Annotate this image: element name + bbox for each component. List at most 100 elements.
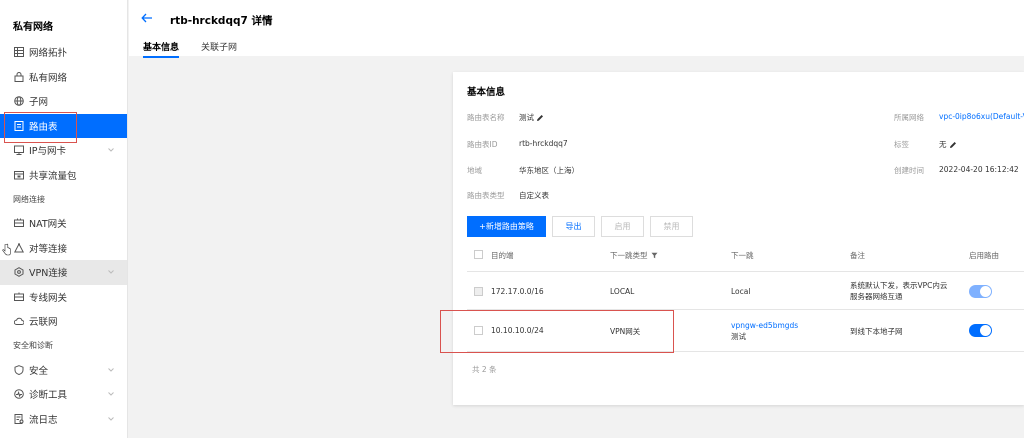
sidebar-item-label: 网络拓扑 (29, 48, 68, 60)
lock-network-icon (13, 71, 25, 83)
toggle-knob (980, 325, 991, 336)
vpc-link[interactable]: vpc-0ip8o6xu(Default-VP (939, 112, 1024, 121)
sidebar-item-dedicated-gateway[interactable]: 专线网关 (0, 285, 127, 310)
table-row: 172.17.0.0/16 LOCAL Local 系统默认下发，表示VPC内云… (467, 272, 1024, 310)
sidebar-item-ccn[interactable]: 云联网 (0, 309, 127, 334)
column-header-destination: 目的端 (491, 251, 514, 260)
sidebar-item-label: 共享流量包 (29, 170, 77, 182)
export-button[interactable]: 导出 (552, 216, 595, 237)
sidebar-group-title: 网络连接 (13, 194, 45, 204)
toggle-knob (980, 286, 991, 297)
created-time-value: 2022-04-20 16:12:42 (939, 165, 1019, 174)
page-header: rtb-hrckdqq7 详情 基本信息 关联子网 (129, 0, 1024, 58)
hand-cursor-icon (2, 243, 11, 256)
package-icon (13, 169, 25, 181)
sidebar-item-vpc[interactable]: 私有网络 (0, 65, 127, 90)
next-hop-subtext: 测试 (731, 332, 746, 341)
region-value: 华东地区（上海） (519, 166, 579, 175)
sidebar-item-label: IP与网卡 (29, 146, 67, 158)
total-count: 共 2 条 (472, 365, 497, 374)
chevron-down-icon (108, 392, 114, 396)
chevron-down-icon (108, 367, 114, 372)
add-route-policy-button[interactable]: +新增路由策略 (467, 216, 546, 237)
flow-log-icon (13, 413, 25, 425)
sidebar-item-security[interactable]: 安全 (0, 358, 127, 383)
tab-associated-subnets[interactable]: 关联子网 (201, 40, 237, 58)
dedicated-gateway-icon (13, 291, 25, 303)
sidebar-item-label: NAT网关 (29, 219, 67, 231)
sidebar-item-shared-package[interactable]: 共享流量包 (0, 163, 127, 188)
sidebar-group-title: 安全和诊断 (13, 341, 53, 350)
vpn-icon (13, 266, 25, 278)
sidebar-item-label: 云联网 (29, 317, 58, 329)
table-header-row: 目的端 下一跳类型 下一跳 备注 启用路由 (467, 240, 1024, 272)
column-header-next-hop: 下一跳 (731, 251, 754, 260)
peering-icon (13, 242, 25, 254)
route-table-type-value: 自定义表 (519, 191, 549, 200)
region-label: 地域 (467, 166, 482, 175)
select-all-checkbox[interactable] (474, 250, 483, 259)
route-table-name-value: 测试 (519, 112, 544, 123)
sidebar-item-peering[interactable]: 对等连接 (0, 236, 127, 261)
next-hop-link[interactable]: vpngw-ed5bmgds (731, 320, 798, 331)
next-hop-cell: Local (731, 287, 751, 296)
globe-icon (13, 95, 25, 107)
column-header-next-hop-type-text: 下一跳类型 (610, 251, 648, 260)
sidebar-item-label: 私有网络 (29, 72, 68, 84)
route-table-name-text: 测试 (519, 113, 534, 122)
tab-basic-info[interactable]: 基本信息 (143, 40, 180, 58)
route-enable-toggle[interactable] (969, 324, 992, 337)
column-header-note: 备注 (850, 251, 865, 260)
created-time-label: 创建时间 (894, 166, 924, 175)
tab-bar: 基本信息 关联子网 (143, 40, 259, 58)
filter-icon[interactable] (651, 252, 658, 259)
highlight-box-vpn-route (440, 310, 674, 353)
sidebar-item-label: 诊断工具 (29, 390, 68, 402)
enable-button[interactable]: 启用 (601, 216, 644, 237)
sidebar: 私有网络 网络拓扑 私有网络 子网 路由表 IP与网卡 共享流量包 网络连接 N… (0, 0, 128, 438)
sidebar-item-topology[interactable]: 网络拓扑 (0, 40, 127, 65)
route-table-name-label: 路由表名称 (467, 113, 505, 122)
tag-value: 无 (939, 139, 957, 150)
tag-value-text: 无 (939, 140, 947, 149)
nat-gateway-icon (13, 217, 25, 229)
sidebar-item-label: VPN连接 (29, 268, 68, 280)
sidebar-item-vpn[interactable]: VPN连接 (0, 260, 127, 285)
column-header-next-hop-type: 下一跳类型 (610, 250, 658, 261)
row-checkbox (474, 287, 483, 296)
sidebar-item-subnet[interactable]: 子网 (0, 89, 127, 114)
route-table-type-label: 路由表类型 (467, 191, 505, 200)
diagnose-icon (13, 388, 25, 400)
destination-cell: 172.17.0.0/16 (491, 287, 544, 296)
chevron-down-icon (108, 270, 114, 274)
next-hop-cell: vpngw-ed5bmgds 测试 (731, 320, 798, 342)
shield-icon (13, 364, 25, 376)
sidebar-item-flow-log[interactable]: 流日志 (0, 407, 127, 432)
vpc-label: 所属网络 (894, 113, 924, 122)
column-header-enable-route: 启用路由 (969, 251, 999, 260)
ip-card-icon (13, 144, 25, 156)
page-title: rtb-hrckdqq7 详情 (170, 15, 273, 27)
card-title: 基本信息 (467, 87, 506, 98)
edit-pencil-icon[interactable] (536, 114, 544, 122)
back-arrow-icon[interactable] (141, 12, 153, 24)
sidebar-title: 私有网络 (13, 22, 53, 33)
sidebar-item-label: 对等连接 (29, 243, 68, 255)
sidebar-item-diagnose[interactable]: 诊断工具 (0, 382, 127, 407)
disable-button[interactable]: 禁用 (650, 216, 693, 237)
route-table-id-label: 路由表ID (467, 140, 498, 149)
chevron-down-icon (108, 416, 114, 421)
note-line: 服务器网络互通 (850, 292, 903, 301)
route-enable-toggle (969, 285, 992, 298)
topology-icon (13, 46, 25, 58)
sidebar-item-label: 子网 (29, 97, 49, 109)
note-cell: 系统默认下发，表示VPC内云 服务器网络互通 (850, 280, 947, 302)
route-table-id-value: rtb-hrckdqq7 (519, 139, 568, 148)
edit-pencil-icon[interactable] (949, 141, 957, 149)
next-hop-type-cell: LOCAL (610, 287, 635, 296)
tag-label: 标签 (894, 140, 909, 149)
highlight-box-route-table (4, 112, 77, 143)
sidebar-item-label: 专线网关 (29, 292, 68, 304)
note-cell: 到线下本地子网 (850, 327, 903, 336)
sidebar-item-nat[interactable]: NAT网关 (0, 211, 127, 236)
